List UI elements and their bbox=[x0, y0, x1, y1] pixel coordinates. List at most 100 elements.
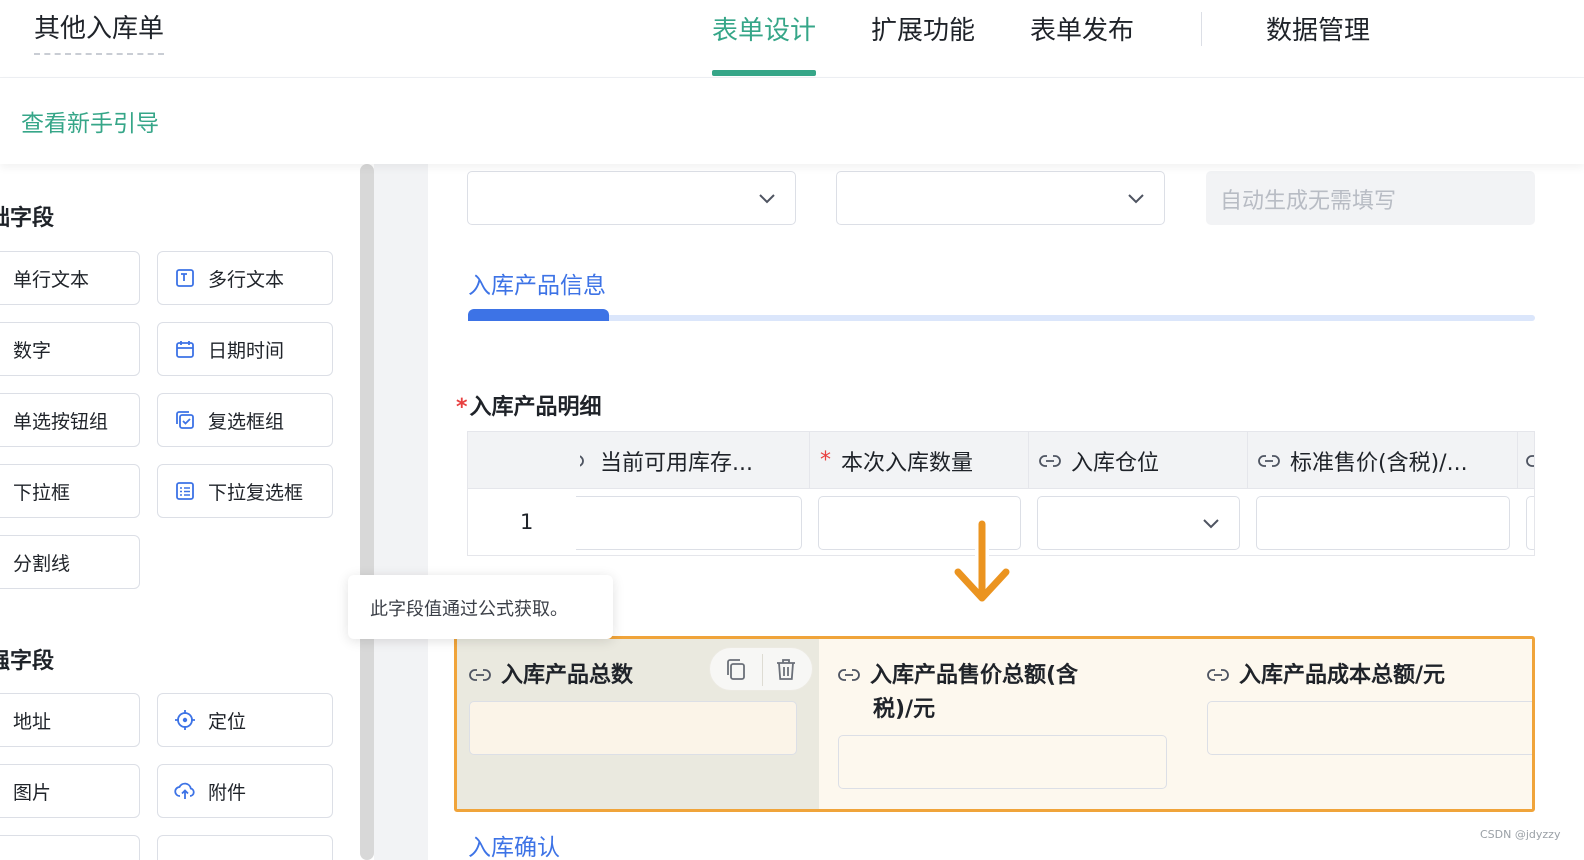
basic-fields-title: 础字段 bbox=[0, 206, 55, 231]
copy-icon[interactable] bbox=[722, 656, 750, 684]
chevron-down-icon bbox=[1128, 194, 1144, 204]
subtable-title-text: 入库产品明细 bbox=[469, 395, 602, 420]
field-more-2[interactable] bbox=[157, 835, 333, 860]
delete-icon[interactable] bbox=[772, 656, 800, 684]
formula-link-icon bbox=[1207, 669, 1229, 681]
guide-bar: 查看新手引导 bbox=[0, 78, 1584, 164]
field-label-text-line2: 税)/元 bbox=[873, 697, 936, 722]
field-label: 下拉复选框 bbox=[208, 481, 304, 504]
field-label: 多行文本 bbox=[208, 268, 285, 291]
form-title[interactable]: 其他入库单 bbox=[34, 8, 165, 55]
watermark: CSDN @jdyzzy bbox=[1480, 828, 1561, 841]
dropdown-field-1[interactable] bbox=[467, 171, 796, 225]
row-number: 1 bbox=[520, 510, 534, 534]
field-attachment[interactable]: 附件 bbox=[157, 764, 333, 818]
field-divider[interactable]: 分割线 bbox=[0, 535, 140, 589]
link-icon bbox=[580, 455, 584, 466]
formula-link-icon bbox=[469, 669, 491, 681]
tab-product-info[interactable]: 入库产品信息 bbox=[468, 266, 606, 300]
multi-line-text-icon bbox=[174, 267, 196, 289]
canvas-gutter bbox=[374, 164, 428, 860]
subtable-title: *入库产品明细 bbox=[456, 389, 602, 421]
nav-divider bbox=[1201, 12, 1202, 46]
top-header: 其他入库单 表单设计 扩展功能 表单发布 数据管理 bbox=[0, 0, 1584, 78]
field-checkbox-group[interactable]: 复选框组 bbox=[157, 393, 333, 447]
field-total-cost-amount-input[interactable] bbox=[1207, 701, 1532, 755]
field-multi-line-text[interactable]: 多行文本 bbox=[157, 251, 333, 305]
field-label: 日期时间 bbox=[208, 339, 285, 362]
field-date-time[interactable]: 日期时间 bbox=[157, 322, 333, 376]
tab-inbound-confirmation[interactable]: 入库确认 bbox=[468, 828, 560, 860]
formula-link-icon bbox=[1039, 454, 1061, 467]
field-label: 图片 bbox=[13, 781, 52, 804]
column-label: 当前可用库存... bbox=[600, 450, 753, 476]
field-label: 单行文本 bbox=[13, 268, 90, 291]
column-more bbox=[1518, 432, 1534, 489]
beginner-guide-link[interactable]: 查看新手引导 bbox=[21, 104, 159, 138]
field-label: 单选按钮组 bbox=[13, 410, 109, 433]
dropdown-field-2[interactable] bbox=[836, 171, 1165, 225]
subtab-track bbox=[468, 315, 1535, 321]
field-palette: 础字段 单行文本 多行文本 数字 日期时间 单选按钮组 复选框组 下拉框 下拉复… bbox=[0, 164, 362, 860]
cell-standard-price[interactable] bbox=[1256, 496, 1510, 550]
field-toolbar bbox=[709, 647, 813, 691]
field-label-text: 入库产品售价总额(含 bbox=[870, 663, 1079, 688]
field-label: 数字 bbox=[13, 339, 52, 362]
tab-form-design[interactable]: 表单设计 bbox=[712, 10, 817, 76]
field-label: 复选框组 bbox=[208, 410, 285, 433]
required-mark: * bbox=[456, 395, 468, 420]
header-index-cell bbox=[468, 432, 580, 489]
column-label: 入库仓位 bbox=[1071, 450, 1160, 476]
column-standard-price[interactable]: 标准售价(含税)/... bbox=[1248, 432, 1518, 489]
formula-link-icon bbox=[838, 669, 860, 681]
field-number[interactable]: 数字 bbox=[0, 322, 140, 376]
field-label: 地址 bbox=[13, 710, 52, 733]
column-warehouse-location[interactable]: 入库仓位 bbox=[1029, 432, 1248, 489]
cell-current-stock[interactable] bbox=[576, 496, 802, 550]
formula-link-icon bbox=[1526, 454, 1534, 467]
field-more-1[interactable] bbox=[0, 835, 140, 860]
formula-link-icon bbox=[1258, 454, 1280, 467]
checkbox-icon bbox=[174, 409, 196, 431]
field-total-cost-amount-label: 入库产品成本总额/元 bbox=[1207, 659, 1445, 693]
field-address[interactable]: 地址 bbox=[0, 693, 140, 747]
upload-cloud-icon bbox=[174, 780, 196, 802]
field-label: 定位 bbox=[208, 710, 247, 733]
column-inbound-quantity[interactable]: * 本次入库数量 bbox=[810, 432, 1029, 489]
field-total-quantity-label: 入库产品总数 bbox=[469, 659, 633, 693]
toolbar-divider bbox=[762, 654, 763, 686]
summary-fields-group[interactable]: 入库产品总数 入库产品售价总额(含 税)/元 入库产品成本总额/元 bbox=[454, 636, 1535, 812]
auto-number-field: 自动生成无需填写 bbox=[1206, 171, 1535, 225]
subtab-active-indicator bbox=[468, 309, 609, 321]
column-label: 标准售价(含税)/... bbox=[1290, 450, 1468, 476]
formula-tooltip: 此字段值通过公式获取。 bbox=[348, 575, 613, 639]
column-current-stock[interactable]: 当前可用库存... bbox=[580, 432, 810, 489]
field-label-text: 入库产品成本总额/元 bbox=[1239, 663, 1446, 688]
field-radio-group[interactable]: 单选按钮组 bbox=[0, 393, 140, 447]
palette-scrollbar[interactable] bbox=[360, 164, 374, 860]
field-label: 附件 bbox=[208, 781, 247, 804]
field-label-text: 入库产品总数 bbox=[501, 663, 634, 688]
subtable-header-row: 当前可用库存... * 本次入库数量 入库仓位 标准售价(含税)/... bbox=[468, 432, 1534, 489]
chevron-down-icon bbox=[1203, 519, 1219, 529]
tab-form-publish[interactable]: 表单发布 bbox=[1030, 10, 1134, 76]
field-dropdown[interactable]: 下拉框 bbox=[0, 464, 140, 518]
field-location[interactable]: 定位 bbox=[157, 693, 333, 747]
field-label: 分割线 bbox=[13, 552, 71, 575]
cell-warehouse-location[interactable] bbox=[1037, 496, 1240, 550]
calendar-icon bbox=[174, 338, 196, 360]
column-label: 本次入库数量 bbox=[841, 450, 974, 476]
field-total-sale-amount-input[interactable] bbox=[838, 735, 1167, 789]
required-mark: * bbox=[820, 448, 831, 473]
cell-more[interactable] bbox=[1526, 496, 1534, 550]
dropdown-checklist-icon bbox=[174, 480, 196, 502]
field-dropdown-checklist[interactable]: 下拉复选框 bbox=[157, 464, 333, 518]
advanced-fields-title: 强字段 bbox=[0, 649, 55, 674]
field-label: 下拉框 bbox=[13, 481, 71, 504]
arrow-down-icon bbox=[951, 520, 1013, 605]
field-single-line-text[interactable]: 单行文本 bbox=[0, 251, 140, 305]
field-total-quantity-input[interactable] bbox=[469, 701, 797, 755]
field-image[interactable]: 图片 bbox=[0, 764, 140, 818]
tab-extensions[interactable]: 扩展功能 bbox=[871, 10, 975, 76]
tab-data-management[interactable]: 数据管理 bbox=[1266, 10, 1370, 76]
